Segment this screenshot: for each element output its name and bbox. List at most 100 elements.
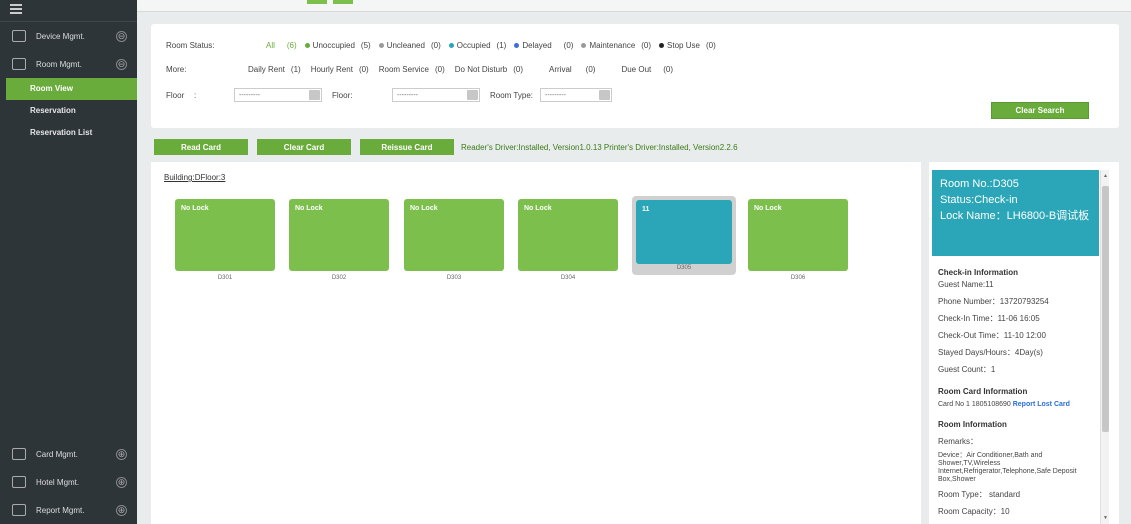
- delayed-dot-icon: [514, 43, 520, 48]
- scroll-thumb[interactable]: [1102, 186, 1109, 432]
- more-filter-hourly-rent[interactable]: Hourly Rent (0): [311, 65, 369, 74]
- clear-card-button[interactable]: Clear Card: [257, 139, 351, 155]
- status-filter-all[interactable]: All (6): [266, 41, 297, 50]
- more-item-label: Arrival: [549, 65, 572, 74]
- status-filter-stop-use[interactable]: Stop Use (0): [659, 41, 716, 50]
- checkin-info-title: Check-in Information: [938, 268, 1019, 277]
- room-card-d301[interactable]: No Lock D301: [175, 199, 275, 281]
- room-info-title: Room Information: [938, 420, 1007, 429]
- scroll-up-icon[interactable]: ▲: [1101, 172, 1110, 180]
- more-item-count: (0): [513, 65, 523, 74]
- select-value: ---------: [239, 91, 260, 99]
- room-icon: [12, 58, 26, 70]
- room-tile: 11: [636, 200, 732, 264]
- card-icon: [12, 448, 26, 460]
- sidebar-group-card-mgmt[interactable]: Card Mgmt. ⊕: [0, 440, 137, 468]
- more-filter-due-out[interactable]: Due Out (0): [621, 65, 673, 74]
- expand-icon[interactable]: ⊕: [116, 476, 127, 488]
- sidebar-group-room-mgmt[interactable]: Room Mgmt. ⊖: [0, 50, 137, 78]
- read-card-button[interactable]: Read Card: [154, 139, 248, 155]
- status-filter-unoccupied[interactable]: Unoccupied (5): [304, 41, 371, 50]
- room-number: D306: [790, 275, 806, 281]
- detail-scrollbar[interactable]: ▲ ▼: [1100, 170, 1109, 524]
- sidebar-item-reservation[interactable]: Reservation: [0, 100, 137, 122]
- status-label: Occupied: [456, 41, 491, 50]
- collapse-icon[interactable]: ⊖: [116, 58, 127, 70]
- more-item-label: Due Out: [621, 65, 652, 74]
- card-number: Card No 1 1805108690: [938, 401, 1011, 408]
- report-lost-card-link[interactable]: Report Lost Card: [1013, 401, 1070, 408]
- sidebar-group-hotel-mgmt[interactable]: Hotel Mgmt. ⊕: [0, 468, 137, 496]
- room-type: Room Type： standard: [938, 490, 1021, 499]
- room-type-label: Room Type:: [490, 90, 533, 100]
- room-card-info-title: Room Card Information: [938, 387, 1028, 396]
- room-type-select[interactable]: ---------: [540, 88, 612, 102]
- room-number: D303: [446, 275, 462, 281]
- building-select[interactable]: ---------: [234, 88, 322, 102]
- more-item-count: (0): [663, 65, 674, 74]
- room-card-d302[interactable]: No Lock D302: [289, 199, 389, 281]
- floor-select[interactable]: ---------: [392, 88, 480, 102]
- card-action-bar: Read Card Clear Card Reissue Card Reader…: [154, 139, 738, 155]
- sidebar-item-reservation-list[interactable]: Reservation List: [0, 122, 137, 144]
- guest-count: Guest Count：1: [938, 365, 996, 374]
- status-filter-delayed[interactable]: Delayed (0): [514, 41, 573, 50]
- more-filter-room-service[interactable]: Room Service (0): [379, 65, 445, 74]
- more-row: More: Daily Rent (1) Hourly Rent (0) Room …: [166, 65, 683, 74]
- filter-panel: Room Status: All (6) Unoccupied (5) Uncl…: [151, 24, 1119, 128]
- expand-icon[interactable]: ⊕: [116, 504, 127, 516]
- more-label: More:: [166, 65, 187, 74]
- card-info: Card No 1 1805108690 Report Lost Card: [938, 401, 1098, 409]
- maintenance-dot-icon: [581, 43, 587, 48]
- room-detail-body: Check-in Information Guest Name:11 Phone…: [938, 262, 1098, 518]
- floor-colon: :: [194, 90, 197, 100]
- status-label: Delayed: [522, 41, 552, 50]
- more-filter-arrival[interactable]: Arrival (0): [549, 65, 595, 74]
- driver-status-text: Reader's Driver:Installed, Version1.0.13…: [461, 142, 738, 152]
- status-count: (1): [496, 41, 507, 50]
- report-icon: [12, 504, 26, 516]
- sidebar-group-label: Hotel Mgmt.: [36, 477, 80, 487]
- room-card-d303[interactable]: No Lock D303: [404, 199, 504, 281]
- room-card-d305[interactable]: 11 D305: [632, 196, 736, 275]
- top-strip: [137, 0, 1131, 12]
- more-item-label: Do Not Disturb: [454, 65, 508, 74]
- status-count: (0): [641, 41, 652, 50]
- hotel-icon: [12, 476, 26, 488]
- sidebar-group-report-mgmt[interactable]: Report Mgmt. ⊕: [0, 496, 137, 524]
- stayed-days: Stayed Days/Hours：4Day(s): [938, 348, 1043, 357]
- room-card-d304[interactable]: No Lock D304: [518, 199, 618, 281]
- room-detail-header: Room No.:D305 Status:Check-in Lock Name：…: [932, 170, 1099, 256]
- reissue-card-button[interactable]: Reissue Card: [360, 139, 454, 155]
- room-tile: No Lock: [289, 199, 389, 271]
- more-item-label: Hourly Rent: [310, 65, 353, 74]
- scroll-down-icon[interactable]: ▼: [1101, 514, 1110, 522]
- more-filter-daily-rent[interactable]: Daily Rent (1): [248, 65, 301, 74]
- status-filter-uncleaned[interactable]: Uncleaned (0): [378, 41, 441, 50]
- sidebar-group-device-mgmt[interactable]: Device Mgmt. ⊖: [0, 22, 137, 50]
- room-tile: No Lock: [748, 199, 848, 271]
- menu-icon[interactable]: [10, 4, 22, 14]
- sidebar-group-label: Card Mgmt.: [36, 449, 78, 459]
- status-filter-occupied[interactable]: Occupied (1): [448, 41, 507, 50]
- more-item-count: (0): [358, 65, 369, 74]
- sidebar-item-room-view[interactable]: Room View: [6, 78, 137, 100]
- clear-search-button[interactable]: Clear Search: [991, 102, 1089, 119]
- room-capacity: Room Capacity：10: [938, 507, 1010, 516]
- collapse-icon[interactable]: ⊖: [116, 30, 127, 42]
- dropdown-arrow-icon: [467, 90, 478, 100]
- room-status-row: Room Status: All (6) Unoccupied (5) Uncl…: [166, 41, 724, 50]
- more-filter-do-not-disturb[interactable]: Do Not Disturb (0): [455, 65, 523, 74]
- sidebar: Device Mgmt. ⊖ Room Mgmt. ⊖ Room View Re…: [0, 0, 137, 524]
- room-number: D302: [331, 275, 347, 281]
- status-filter-maintenance[interactable]: Maintenance (0): [581, 41, 651, 50]
- select-value: ---------: [397, 91, 418, 99]
- status-label: Unoccupied: [312, 41, 355, 50]
- expand-icon[interactable]: ⊕: [116, 448, 127, 460]
- floor-label: Floor: [166, 90, 185, 100]
- room-card-d306[interactable]: No Lock D306: [748, 199, 848, 281]
- sidebar-group-label: Room Mgmt.: [36, 59, 82, 69]
- building-floor-link[interactable]: Building:DFloor:3: [164, 173, 225, 182]
- room-detail-panel: Room No.:D305 Status:Check-in Lock Name：…: [929, 162, 1119, 524]
- room-number: D305: [676, 265, 692, 271]
